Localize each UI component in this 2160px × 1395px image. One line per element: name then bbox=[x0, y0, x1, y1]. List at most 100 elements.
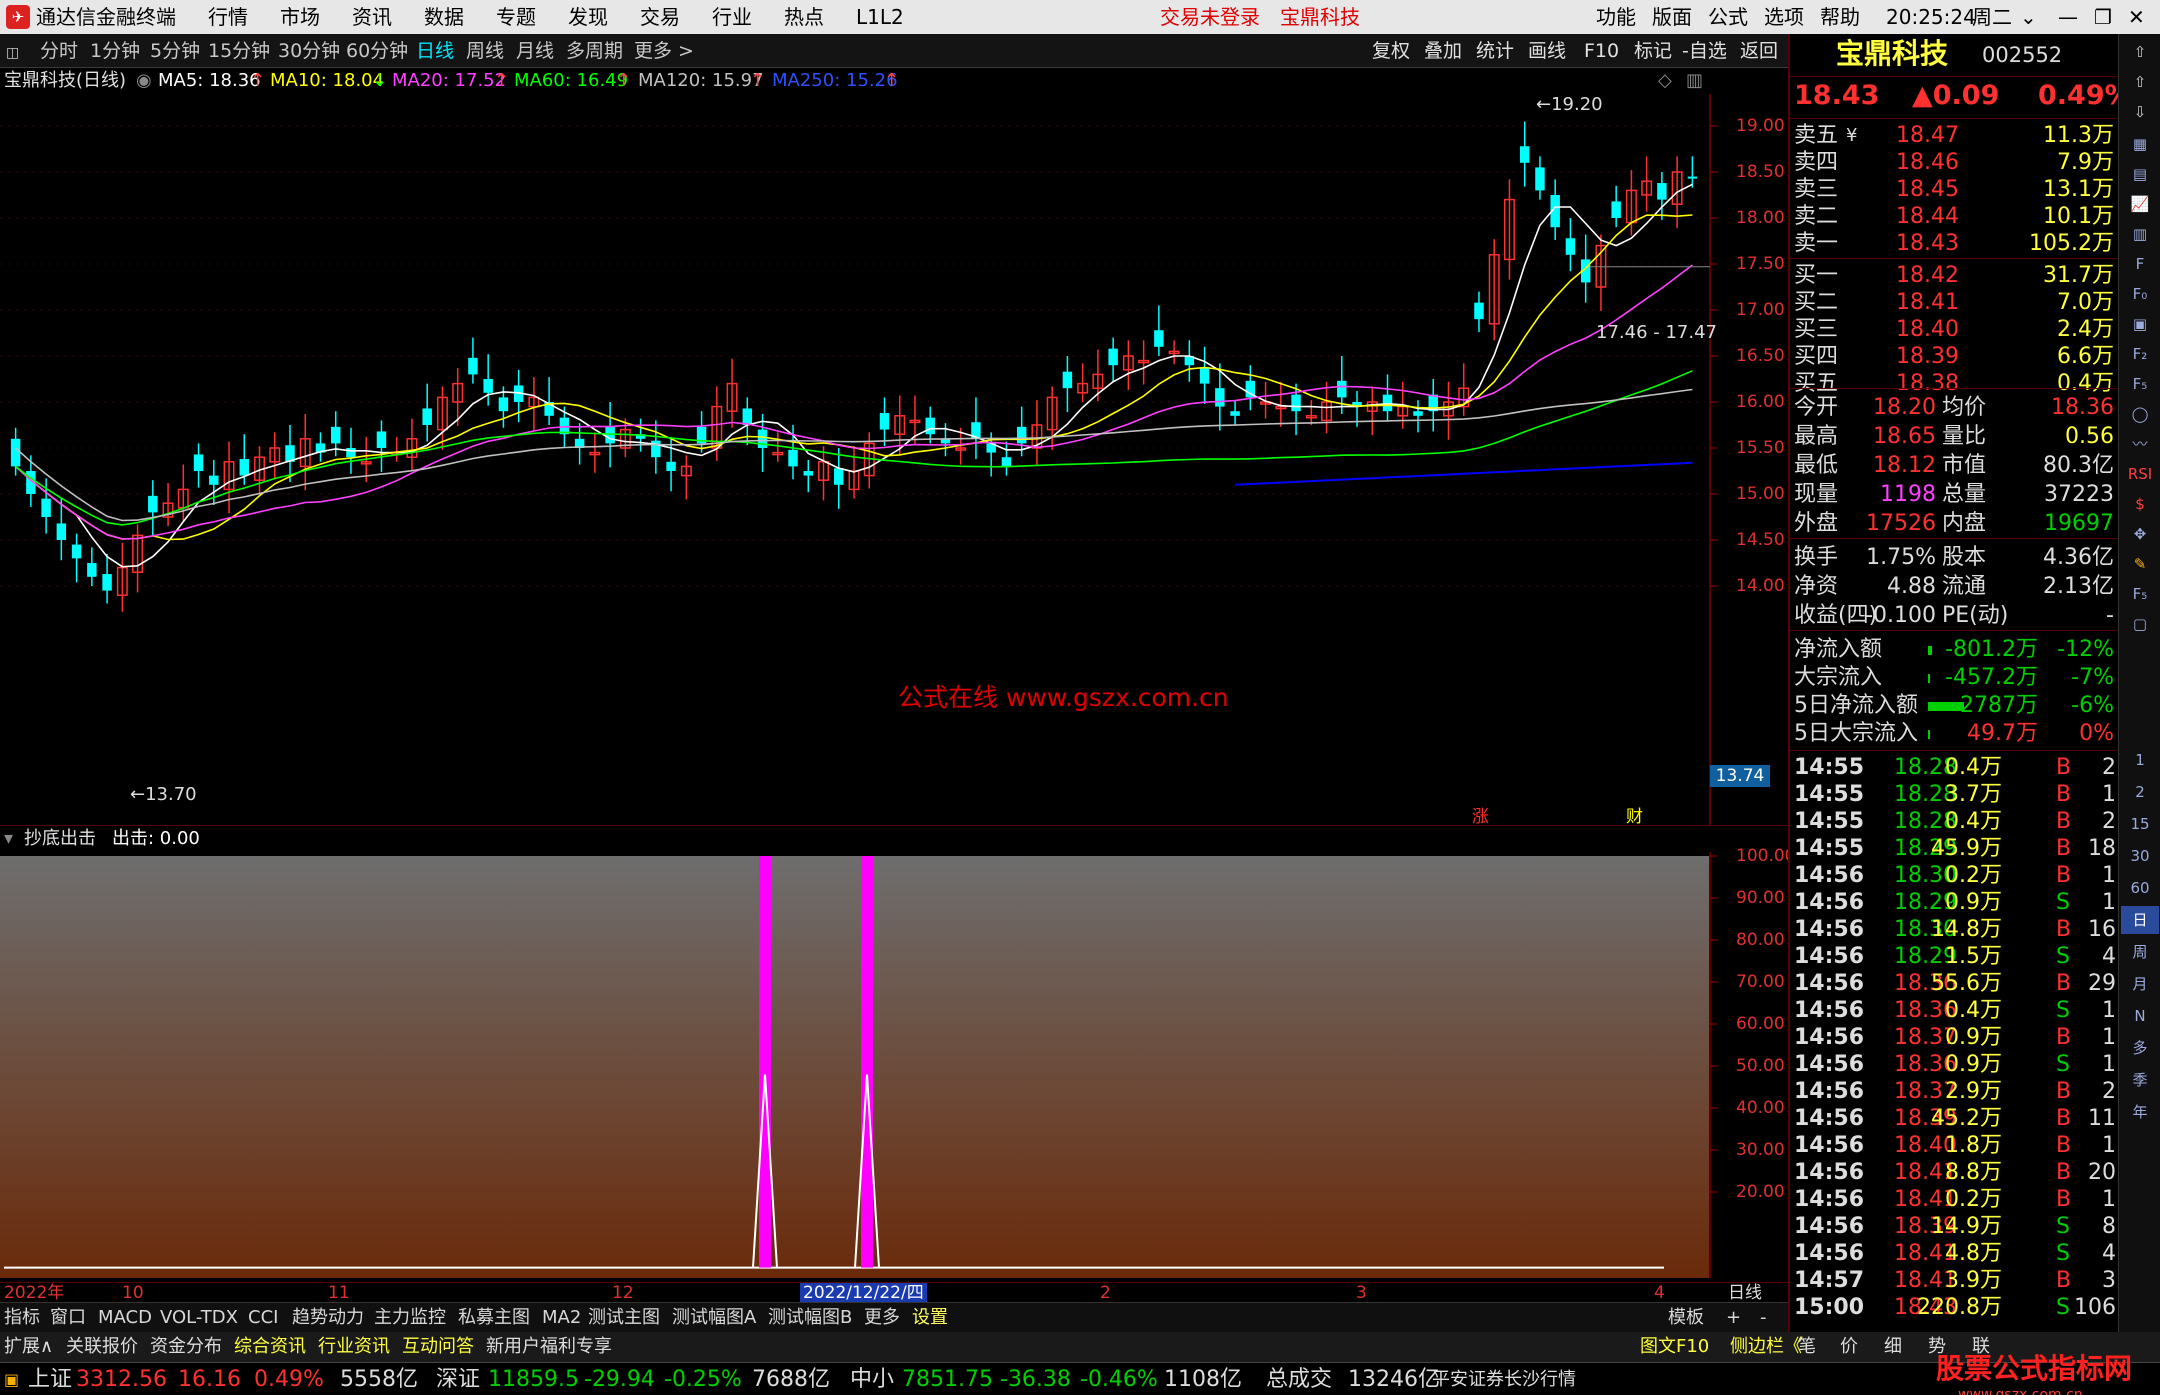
menu-faxian[interactable]: 发现 bbox=[568, 4, 608, 30]
sz-name[interactable]: 深证 bbox=[436, 1366, 480, 1394]
menu-zhuanti[interactable]: 专题 bbox=[496, 4, 536, 30]
chart-settings-icon[interactable]: ◉ bbox=[136, 68, 152, 94]
restore-icon[interactable]: ❐ bbox=[2094, 4, 2112, 30]
ratio-icon[interactable]: ▣ bbox=[2121, 310, 2159, 338]
dollar-icon[interactable]: $ bbox=[2121, 490, 2159, 518]
tab-qushi[interactable]: 趋势动力 bbox=[292, 1305, 364, 1331]
menu-shichang[interactable]: 市场 bbox=[280, 4, 320, 30]
period-1min[interactable]: 1分钟 bbox=[90, 38, 140, 64]
period-5min[interactable]: 5分钟 bbox=[150, 38, 200, 64]
menu-xuanxiang[interactable]: 选项 bbox=[1764, 4, 1804, 30]
rsi-icon[interactable]: RSI bbox=[2121, 460, 2159, 488]
cai-mark[interactable]: 财 bbox=[1626, 802, 1643, 827]
remove-pane-button[interactable]: - bbox=[1760, 1305, 1767, 1331]
period-60min[interactable]: 60分钟 bbox=[346, 38, 408, 64]
menu-l1l2[interactable]: L1L2 bbox=[856, 4, 904, 30]
period-more[interactable]: 更多 > bbox=[634, 38, 694, 64]
back-button[interactable]: 返回 bbox=[1740, 36, 1778, 66]
tab-guanlian[interactable]: 关联报价 bbox=[66, 1334, 138, 1360]
add-pane-button[interactable]: + bbox=[1726, 1305, 1741, 1331]
tab-xi[interactable]: 细 bbox=[1884, 1334, 1902, 1360]
square-icon[interactable]: ▢ bbox=[2121, 610, 2159, 638]
f10-icon[interactable]: F₀ bbox=[2121, 280, 2159, 308]
minimize-icon[interactable]: — bbox=[2058, 4, 2078, 30]
menu-hangye[interactable]: 行业 bbox=[712, 4, 752, 30]
table-icon[interactable]: ▤ bbox=[2121, 160, 2159, 188]
indicator-name[interactable]: 抄底出击 bbox=[24, 826, 96, 852]
tab-chuangkou[interactable]: 窗口 bbox=[50, 1305, 86, 1331]
indicator-toggle-icon[interactable]: ▾ bbox=[4, 826, 13, 852]
tab-zijin[interactable]: 资金分布 bbox=[150, 1334, 222, 1360]
menu-gongshi[interactable]: 公式 bbox=[1708, 4, 1748, 30]
ask-row[interactable]: 卖二 18.44 10.1万 bbox=[1790, 203, 2120, 230]
menu-zixun[interactable]: 资讯 bbox=[352, 4, 392, 30]
tab-sidebar[interactable]: 侧边栏《 bbox=[1730, 1334, 1802, 1360]
close-icon[interactable]: ✕ bbox=[2128, 4, 2145, 30]
period-fenshi[interactable]: 分时 bbox=[40, 38, 78, 64]
arrow-up2-icon[interactable]: ⇧ bbox=[2121, 68, 2159, 96]
ma20-label[interactable]: MA20: 17.52 bbox=[392, 68, 506, 94]
circle-icon[interactable]: ◯ bbox=[2121, 400, 2159, 428]
period-weekly[interactable]: 周线 bbox=[466, 38, 504, 64]
menu-gongneng[interactable]: 功能 bbox=[1596, 4, 1636, 30]
ma250-label[interactable]: MA250: 15.26 bbox=[772, 68, 898, 94]
sh-name[interactable]: 上证 bbox=[28, 1366, 72, 1394]
pencil-icon[interactable]: ✎ bbox=[2121, 550, 2159, 578]
arrow-down-icon[interactable]: ⇩ bbox=[2121, 98, 2159, 126]
f3-icon[interactable]: F₅ bbox=[2121, 370, 2159, 398]
zixuan-button[interactable]: -自选 bbox=[1682, 36, 1727, 66]
layout-icon[interactable]: ▥ bbox=[1686, 68, 1703, 94]
menu-redian[interactable]: 热点 bbox=[784, 4, 824, 30]
tab-cci[interactable]: CCI bbox=[248, 1305, 278, 1331]
tab-zonghe[interactable]: 综合资讯 bbox=[234, 1334, 306, 1360]
period-15min[interactable]: 15分钟 bbox=[208, 38, 270, 64]
move-icon[interactable]: ✥ bbox=[2121, 520, 2159, 548]
side-period-item[interactable]: 60 bbox=[2121, 874, 2159, 902]
bars-icon[interactable]: ▥ bbox=[2121, 220, 2159, 248]
ma5-label[interactable]: MA5: 18.36 bbox=[158, 68, 261, 94]
tab-macd[interactable]: MACD bbox=[98, 1305, 152, 1331]
menu-hangqing[interactable]: 行情 bbox=[208, 4, 248, 30]
tab-bi[interactable]: 笔 bbox=[1798, 1334, 1816, 1360]
period-30min[interactable]: 30分钟 bbox=[278, 38, 340, 64]
tab-vol-tdx[interactable]: VOL-TDX bbox=[160, 1305, 238, 1331]
candlestick-chart[interactable] bbox=[0, 94, 1788, 826]
side-period-item[interactable]: 周 bbox=[2121, 938, 2159, 966]
menu-bangzhu[interactable]: 帮助 bbox=[1820, 4, 1860, 30]
tongji-button[interactable]: 统计 bbox=[1476, 36, 1514, 66]
huaxian-button[interactable]: 画线 bbox=[1528, 36, 1566, 66]
side-period-item[interactable]: 季 bbox=[2121, 1066, 2159, 1094]
biaoji-button[interactable]: 标记 bbox=[1634, 36, 1672, 66]
chevron-down-icon[interactable]: ⌄ bbox=[2020, 4, 2037, 30]
tab-ceshi-a[interactable]: 测试幅图A bbox=[672, 1305, 756, 1331]
chart-icon[interactable]: 📈 bbox=[2121, 190, 2159, 218]
tab-tuwen-f10[interactable]: 图文F10 bbox=[1640, 1334, 1709, 1360]
bid-row[interactable]: 买四 18.39 6.6万 bbox=[1790, 343, 2120, 370]
login-status[interactable]: 交易未登录 bbox=[1160, 4, 1260, 30]
menu-shuju[interactable]: 数据 bbox=[424, 4, 464, 30]
bid-row[interactable]: 买二 18.41 7.0万 bbox=[1790, 289, 2120, 316]
expand-tab[interactable]: 扩展∧ bbox=[4, 1334, 53, 1360]
ask-row[interactable]: 卖四 18.46 7.9万 bbox=[1790, 149, 2120, 176]
period-daily[interactable]: 日线 bbox=[416, 38, 454, 64]
ask-row[interactable]: 卖三 18.45 13.1万 bbox=[1790, 176, 2120, 203]
side-period-item[interactable]: 年 bbox=[2121, 1098, 2159, 1126]
zx-name[interactable]: 中小 bbox=[850, 1366, 894, 1394]
side-period-item[interactable]: 1 bbox=[2121, 746, 2159, 774]
zhang-mark[interactable]: 涨 bbox=[1472, 802, 1489, 827]
indicator-chart[interactable] bbox=[0, 852, 1788, 1278]
bid-row[interactable]: 买三 18.40 2.4万 bbox=[1790, 316, 2120, 343]
bid-row[interactable]: 买一 18.42 31.7万 bbox=[1790, 262, 2120, 289]
ma10-label[interactable]: MA10: 18.04 bbox=[270, 68, 384, 94]
template-button[interactable]: 模板 bbox=[1668, 1305, 1704, 1331]
side-period-item[interactable]: 2 bbox=[2121, 778, 2159, 806]
tab-more[interactable]: 更多 bbox=[864, 1305, 900, 1331]
ask-row[interactable]: 卖一 18.43 105.2万 bbox=[1790, 230, 2120, 257]
wave-icon[interactable]: 〰 bbox=[2121, 430, 2159, 458]
ask-row[interactable]: 卖五 ¥18.47 11.3万 bbox=[1790, 122, 2120, 149]
side-period-item[interactable]: 30 bbox=[2121, 842, 2159, 870]
tab-jia[interactable]: 价 bbox=[1840, 1334, 1858, 1360]
tab-hudong[interactable]: 互动问答 bbox=[402, 1334, 474, 1360]
ma120-label[interactable]: MA120: 15.97 bbox=[638, 68, 764, 94]
side-period-item[interactable]: 日 bbox=[2121, 906, 2159, 934]
